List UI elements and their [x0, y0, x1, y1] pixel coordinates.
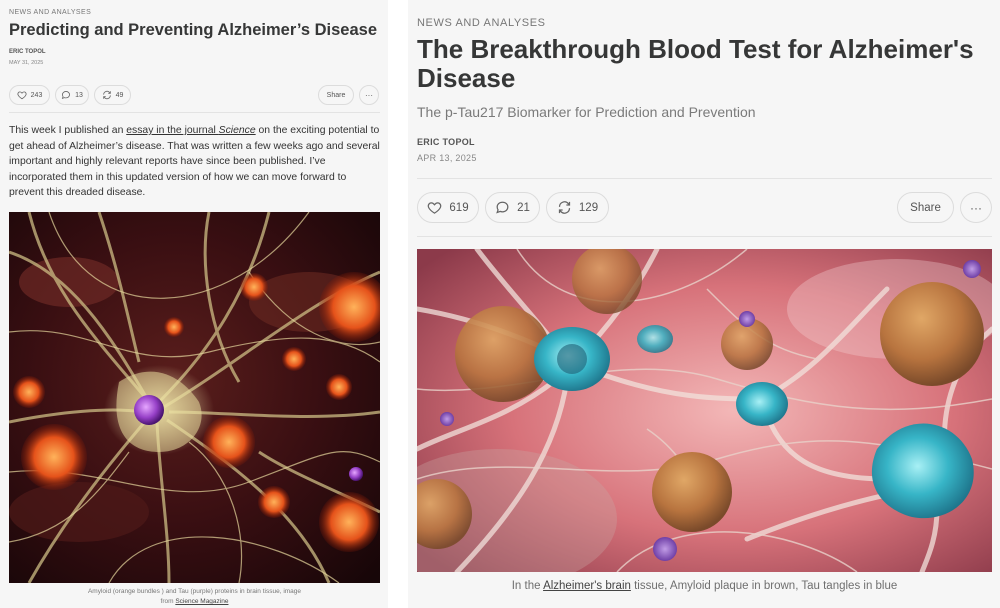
more-options-button[interactable]: ··· — [359, 85, 379, 105]
article-title[interactable]: The Breakthrough Blood Test for Alzheime… — [417, 35, 992, 93]
like-button[interactable]: 243 — [9, 85, 50, 105]
restack-count: 129 — [578, 201, 599, 214]
restack-icon — [102, 90, 112, 100]
essay-link[interactable]: essay in the journal Science — [126, 125, 255, 136]
heart-icon — [427, 200, 442, 215]
brain-tissue-illustration — [417, 249, 992, 572]
like-button[interactable]: 619 — [417, 192, 479, 223]
article-title[interactable]: Predicting and Preventing Alzheimer’s Di… — [9, 20, 384, 41]
section-label[interactable]: NEWS AND ANALYSES — [417, 17, 546, 29]
publish-date: MAY 31, 2025 — [9, 60, 44, 66]
article-image[interactable] — [417, 249, 992, 572]
divider — [417, 178, 992, 179]
image-caption: Amyloid (orange bundles ) and Tau (purpl… — [87, 588, 302, 605]
right-article-panel: NEWS AND ANALYSES The Breakthrough Blood… — [408, 0, 1000, 608]
like-count: 243 — [30, 91, 43, 99]
publish-date: APR 13, 2025 — [417, 153, 477, 163]
restack-icon — [557, 200, 572, 215]
share-button[interactable]: Share — [318, 85, 354, 105]
comment-button[interactable]: 21 — [485, 192, 540, 223]
like-count: 619 — [449, 201, 469, 214]
share-button[interactable]: Share — [897, 192, 954, 223]
comment-icon — [495, 200, 510, 215]
restack-button[interactable]: 129 — [546, 192, 609, 223]
author-name[interactable]: ERIC TOPOL — [417, 137, 475, 147]
neuron-illustration — [9, 212, 380, 583]
restack-button[interactable]: 49 — [94, 85, 131, 105]
comment-icon — [61, 90, 71, 100]
section-label[interactable]: NEWS AND ANALYSES — [9, 9, 91, 16]
left-article-panel: NEWS AND ANALYSES Predicting and Prevent… — [0, 0, 388, 608]
ellipsis-icon: ··· — [970, 200, 982, 215]
more-options-button[interactable]: ··· — [960, 192, 992, 223]
article-subtitle: The p-Tau217 Biomarker for Prediction an… — [417, 104, 756, 120]
heart-icon — [17, 90, 27, 100]
alzheimers-brain-link[interactable]: Alzheimer's brain — [543, 580, 631, 592]
divider — [417, 236, 992, 237]
author-name[interactable]: ERIC TOPOL — [9, 49, 46, 55]
comment-button[interactable]: 13 — [55, 85, 89, 105]
article-intro: This week I published an essay in the jo… — [9, 125, 380, 198]
article-image[interactable] — [9, 212, 380, 583]
image-caption: In the Alzheimer's brain tissue, Amyloid… — [511, 580, 898, 592]
comment-count: 13 — [75, 91, 83, 99]
science-magazine-link[interactable]: Science Magazine — [175, 598, 228, 605]
restack-count: 49 — [115, 91, 124, 99]
ellipsis-icon: ··· — [365, 90, 373, 100]
divider — [9, 112, 380, 113]
comment-count: 21 — [517, 201, 530, 214]
